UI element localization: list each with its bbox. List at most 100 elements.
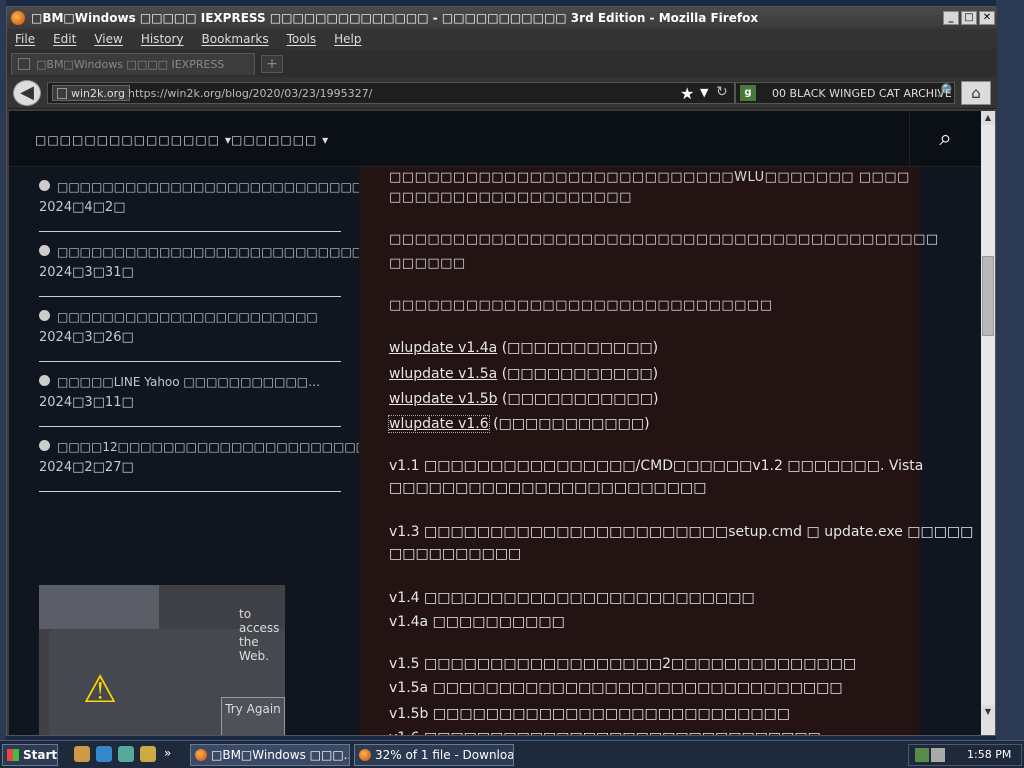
article-text: □□□□□□ <box>389 256 466 271</box>
clock-icon <box>39 310 50 321</box>
resize-grip[interactable] <box>981 719 995 735</box>
tab-label: □BM□Windows □□□□ IEXPRESS <box>36 58 225 71</box>
reload-icon[interactable]: ↻ <box>716 84 728 100</box>
clock-icon <box>39 245 50 256</box>
back-button[interactable]: ◀ <box>13 80 41 106</box>
article-body: □□□□□□□□□□□□□□□□□□□□□□□□□□□WLU□□□□□□□ □□… <box>359 167 973 735</box>
system-tray: 1:58 PM <box>908 744 1022 766</box>
menu-tools[interactable]: Tools <box>287 32 317 46</box>
home-button[interactable]: ⌂ <box>961 81 991 105</box>
list-item[interactable]: □□□□□□□□□□□□□□□□□□□□□□□□□□□□□ 2024□4□2□ <box>39 167 386 232</box>
changelog-line: v1.5 □□□□□□□□□□□□□□□□□□2□□□□□□□□□□□□□□ <box>389 656 857 672</box>
site-search-icon[interactable]: ⌕ <box>909 111 981 167</box>
search-engine-icon[interactable]: g <box>740 85 756 101</box>
download-link[interactable]: wlupdate v1.6 <box>388 415 490 433</box>
show-desktop-icon[interactable] <box>74 746 90 762</box>
search-go-icon[interactable]: 🔎 <box>936 84 952 99</box>
list-item[interactable]: □□□□12□□□□□□□□□□□□□□□□□□□□□□□□ 2024□2□27… <box>39 427 390 492</box>
post-date: 2024□3□26□ <box>39 330 134 345</box>
scroll-up-icon[interactable]: ▲ <box>981 111 995 125</box>
page-content: □□□□□□□□□□□□□□□ ▾ □□□□□□□ ▾ ⌕ □□□□□□□□□□… <box>9 111 981 735</box>
clock-icon <box>39 180 50 191</box>
close-button[interactable]: ✕ <box>979 11 995 25</box>
menu-history[interactable]: History <box>141 32 184 46</box>
title-bar[interactable]: □BM□Windows □□□□□ IEXPRESS □□□□□□□□□□□□□… <box>7 7 997 29</box>
outlook-icon[interactable] <box>118 746 134 762</box>
bookmark-star-icon[interactable]: ★ <box>680 84 694 103</box>
download-note: (□□□□□□□□□□□) <box>497 340 659 356</box>
try-again-button[interactable]: Try Again <box>221 697 285 735</box>
menu-bar: File Edit View History Bookmarks Tools H… <box>7 29 997 49</box>
url-text: https://win2k.org/blog/2020/03/23/199532… <box>128 87 373 100</box>
url-dropdown-icon[interactable]: ▼ <box>700 86 708 99</box>
post-title[interactable]: □□□□12□□□□□□□□□□□□□□□□□□□□□□□□ <box>57 437 390 457</box>
download-link[interactable]: wlupdate v1.5b <box>389 391 498 407</box>
desktop-edge <box>996 0 1024 740</box>
changelog-line: v1.5a □□□□□□□□□□□□□□□□□□□□□□□□□□□□□□□ <box>389 680 843 696</box>
article-text: □□□□□□□□□□□□□□□□□□□□□□□□□□□WLU□□□□□□□ □□… <box>389 170 910 185</box>
clock[interactable]: 1:58 PM <box>967 745 1011 765</box>
changelog-line: v1.6 □□□□□□□□□□□□□□□□□□□□□□□□□□□□□□ <box>389 727 821 735</box>
download-link[interactable]: wlupdate v1.5a <box>389 366 497 382</box>
download-note: (□□□□□□□□□□□) <box>497 366 659 382</box>
site-menu-2[interactable]: □□□□□□□ ▾ <box>231 133 329 147</box>
scroll-down-icon[interactable]: ▼ <box>981 705 995 719</box>
tab-current[interactable]: □BM□Windows □□□□ IEXPRESS <box>11 53 255 75</box>
network-icon[interactable] <box>915 748 929 762</box>
firefox-window: □BM□Windows □□□□□ IEXPRESS □□□□□□□□□□□□□… <box>6 6 997 736</box>
menu-view[interactable]: View <box>94 32 122 46</box>
article-text: □□□□□□□□□□□□□□□□□□□□□□□□□□□□□□□□□□□□□□□□… <box>389 232 939 247</box>
changelog-line: □□□□□□□□□□ <box>389 546 522 562</box>
changelog-line: □□□□□□□□□□□□□□□□□□□□□□□□ <box>389 480 707 496</box>
minimize-button[interactable]: _ <box>943 11 959 25</box>
post-title[interactable]: □□□□□LINE Yahoo □□□□□□□□□□□… <box>57 372 341 392</box>
changelog-line: v1.4a □□□□□□□□□□ <box>389 614 565 630</box>
start-button[interactable]: Start <box>2 744 58 766</box>
firefox-icon <box>11 11 25 25</box>
download-note: (□□□□□□□□□□□) <box>488 416 650 432</box>
taskbar: Start » □BM□Windows □□□... 32% of 1 file… <box>0 740 1024 768</box>
site-identity-button[interactable]: win2k.org <box>52 85 130 101</box>
url-bar[interactable]: win2k.org https://win2k.org/blog/2020/03… <box>47 82 735 104</box>
search-bar[interactable]: g 00 BLACK WINGED CAT ARCHIVE 🔎 <box>735 82 955 104</box>
error-tab <box>39 585 159 629</box>
volume-icon[interactable] <box>931 748 945 762</box>
list-item[interactable]: □□□□□□□□□□□□□□□□□□□□□□□□□□□□□□□□□□□□□□□□… <box>39 232 533 297</box>
search-input[interactable]: 00 BLACK WINGED CAT ARCHIVE <box>772 87 952 100</box>
menu-help[interactable]: Help <box>334 32 361 46</box>
post-date: 2024□4□2□ <box>39 200 126 215</box>
list-item[interactable]: □□□□□□□□□□□□□□□□□□□□□□□ 2024□3□26□ <box>39 297 341 362</box>
list-item[interactable]: □□□□□LINE Yahoo □□□□□□□□□□□… 2024□3□11□ <box>39 362 341 427</box>
warning-icon: ⚠ <box>83 667 118 711</box>
post-date: 2024□3□31□ <box>39 265 134 280</box>
scroll-thumb[interactable] <box>982 256 994 336</box>
post-title[interactable]: □□□□□□□□□□□□□□□□□□□□□□□□□□□□□ <box>57 177 386 197</box>
article-text: □□□□□□□□□□□□□□□□□□□□□□□□□□□□□□ <box>389 298 773 313</box>
ie-icon[interactable] <box>96 746 112 762</box>
site-menu-1[interactable]: □□□□□□□□□□□□□□□ ▾ <box>35 133 232 147</box>
offline-error-frame: ⚠ to access the Web. Try Again <box>39 585 285 735</box>
clock-icon <box>39 440 50 451</box>
page-icon <box>18 58 30 70</box>
post-title[interactable]: □□□□□□□□□□□□□□□□□□□□□□□□□□□□□□□□□□□□□□□□… <box>57 242 533 262</box>
download-link[interactable]: wlupdate v1.4a <box>389 340 497 356</box>
menu-file[interactable]: File <box>15 32 35 46</box>
changelog-line: v1.5b □□□□□□□□□□□□□□□□□□□□□□□□□□□ <box>389 706 791 722</box>
menu-bookmarks[interactable]: Bookmarks <box>202 32 269 46</box>
task-firefox[interactable]: □BM□Windows □□□... <box>190 744 350 766</box>
menu-edit[interactable]: Edit <box>53 32 76 46</box>
download-row: wlupdate v1.6 (□□□□□□□□□□□) <box>388 413 650 435</box>
vertical-scrollbar[interactable]: ▲ ▼ <box>981 111 995 719</box>
site-label: win2k.org <box>71 87 125 100</box>
changelog-line: v1.3 □□□□□□□□□□□□□□□□□□□□□□□setup.cmd □ … <box>389 524 974 540</box>
task-downloads[interactable]: 32% of 1 file - Downloads <box>354 744 514 766</box>
maximize-button[interactable]: □ <box>961 11 977 25</box>
new-tab-button[interactable]: + <box>261 55 283 73</box>
article-text: □□□□□□□□□□□□□□□□□□□ <box>389 190 632 205</box>
site-header: □□□□□□□□□□□□□□□ ▾ □□□□□□□ ▾ ⌕ <box>9 111 981 167</box>
explorer-icon[interactable] <box>140 746 156 762</box>
page-icon <box>57 88 67 99</box>
download-row: wlupdate v1.4a (□□□□□□□□□□□) <box>389 337 658 359</box>
more-quicklaunch-icon[interactable]: » <box>164 746 180 762</box>
post-title[interactable]: □□□□□□□□□□□□□□□□□□□□□□□ <box>57 307 341 327</box>
